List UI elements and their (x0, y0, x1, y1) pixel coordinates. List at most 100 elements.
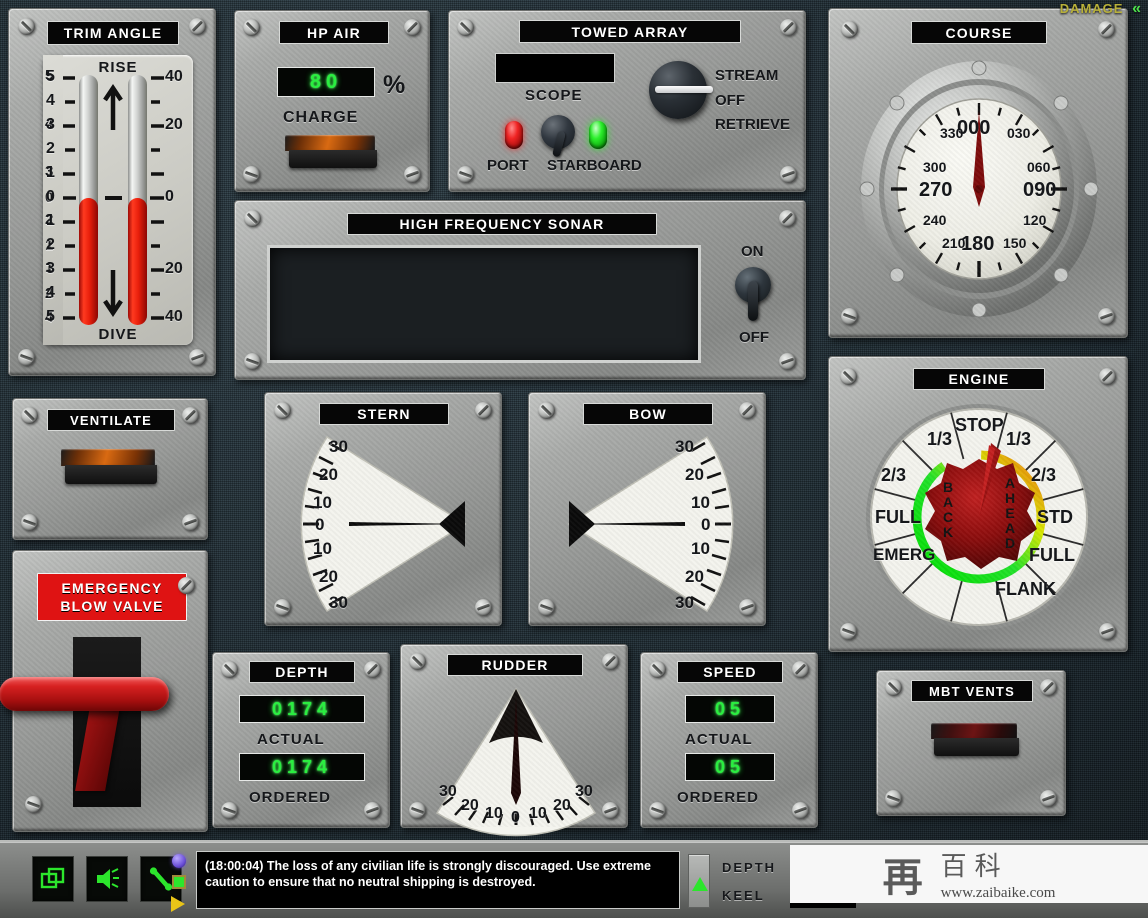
towed-array-panel: TOWED ARRAY SCOPE PORT STARBOARD STREAM … (448, 10, 806, 192)
windows-icon[interactable] (32, 856, 74, 902)
trim-left-0: 0 (46, 188, 55, 205)
chevron-left-icon[interactable]: « (1132, 0, 1142, 17)
screw (178, 577, 195, 594)
bow-tick-30u: 30 (675, 437, 694, 456)
trim-right-20d: 20 (165, 260, 183, 277)
screw (18, 18, 35, 35)
depth-actual-readout: 0174 (239, 695, 365, 723)
hf-sonar-title-text: HIGH FREQUENCY SONAR (399, 216, 605, 232)
hp-air-panel: HP AIR 80 % CHARGE (234, 10, 430, 192)
rocker-top (61, 449, 155, 466)
trim-left-1u: 1 (46, 164, 55, 181)
starboard-led[interactable] (589, 121, 607, 149)
trim-angle-title-text: TRIM ANGLE (63, 25, 163, 41)
towed-array-knob[interactable] (649, 61, 713, 119)
knob-option-stream[interactable]: STREAM (715, 67, 778, 84)
screw (221, 661, 238, 678)
engine-label-stop[interactable]: STOP (955, 415, 1004, 436)
engine-label-back-23[interactable]: 2/3 (881, 465, 906, 486)
hail-icon-glyph (97, 868, 119, 889)
hp-air-charge-switch[interactable] (285, 135, 377, 169)
rudder-gauge: 30 20 10 0 10 20 30 (423, 683, 609, 837)
stern-panel: STERN 30 20 10 0 10 20 30 (264, 392, 502, 626)
stern-tick-10u: 10 (313, 493, 332, 512)
speed-panel: SPEED 05 ACTUAL 05 ORDERED (640, 652, 818, 828)
screw (840, 368, 857, 385)
rocker-bottom (288, 150, 377, 169)
watermark-url: www.zaibaike.com (940, 885, 1056, 901)
engine-panel: ENGINE STOP 1/3 2/3 STD FULL FLANK 1/3 2… (828, 356, 1128, 652)
screw (602, 802, 619, 819)
engine-title: ENGINE (913, 368, 1045, 390)
hp-air-charge-label: CHARGE (283, 109, 359, 126)
towed-array-title: TOWED ARRAY (519, 20, 741, 43)
hf-sonar-display[interactable] (267, 245, 701, 363)
course-panel: COURSE 000 030 060 090 120 150 180 210 2… (828, 8, 1128, 338)
depth-title: DEPTH (249, 661, 355, 683)
rudder-title: RUDDER (447, 654, 583, 676)
course-tick-180: 180 (961, 233, 995, 255)
screw (1099, 623, 1116, 640)
trim-left-5u: 5 (46, 68, 55, 85)
screw (1098, 21, 1115, 38)
indicator-purple-dot[interactable] (172, 854, 186, 868)
mbt-vents-switch[interactable] (931, 723, 1019, 757)
depth-ordered-readout[interactable]: 0174 (239, 753, 365, 781)
course-compass[interactable]: 000 030 060 090 120 150 180 210 240 270 … (857, 55, 1101, 323)
engine-label-ahead-std[interactable]: STD (1037, 507, 1073, 528)
depth-keel-slider[interactable] (688, 854, 710, 908)
screw (457, 19, 474, 36)
screw (182, 407, 199, 424)
bow-tick-20u: 20 (685, 465, 704, 484)
ventilate-switch[interactable] (61, 449, 157, 485)
screw (18, 349, 35, 366)
engine-label-back-13[interactable]: 1/3 (927, 429, 952, 450)
damage-indicator[interactable]: DAMAGE « (1060, 0, 1142, 18)
hp-air-unit: % (383, 71, 406, 99)
message-log[interactable]: (18:00:04) The loss of any civilian life… (196, 851, 680, 909)
speed-ordered-readout[interactable]: 05 (685, 753, 775, 781)
emergency-blow-lever[interactable] (0, 677, 169, 711)
towed-array-toggle[interactable] (541, 115, 575, 158)
damage-label: DAMAGE (1059, 1, 1124, 16)
engine-label-ahead-23[interactable]: 2/3 (1031, 465, 1056, 486)
rocker-top (931, 723, 1017, 739)
depth-panel: DEPTH 0174 ACTUAL 0174 ORDERED (212, 652, 390, 828)
hf-sonar-panel: HIGH FREQUENCY SONAR ON OFF (234, 200, 806, 380)
engine-label-ahead-full[interactable]: FULL (1029, 545, 1075, 566)
engine-telegraph[interactable]: STOP 1/3 2/3 STD FULL FLANK 1/3 2/3 FULL… (863, 393, 1095, 641)
hf-sonar-on-label: ON (741, 243, 764, 260)
engine-label-flank[interactable]: FLANK (995, 579, 1056, 600)
knob-pointer (655, 86, 713, 93)
screw (404, 19, 421, 36)
hf-sonar-toggle-switch[interactable] (735, 267, 771, 321)
trim-angle-title: TRIM ANGLE (47, 21, 179, 45)
mbt-vents-title: MBT VENTS (911, 680, 1033, 702)
course-tick-240: 240 (923, 212, 947, 228)
screw (243, 166, 260, 183)
stern-tick-20d: 20 (319, 567, 338, 586)
screw (475, 599, 492, 616)
screw (274, 599, 291, 616)
engine-title-text: ENGINE (948, 371, 1010, 387)
screw (840, 623, 857, 640)
screw (885, 790, 902, 807)
toggle-stem (551, 130, 567, 158)
engine-label-ahead-13[interactable]: 1/3 (1006, 429, 1031, 450)
indicator-yellow-triangle[interactable] (171, 896, 185, 912)
knob-option-retrieve[interactable]: RETRIEVE (715, 116, 790, 133)
rudder-tick-30r: 30 (575, 783, 593, 800)
port-led[interactable] (505, 121, 523, 149)
bow-panel: BOW 30 20 10 0 10 20 30 (528, 392, 766, 626)
engine-label-back-full[interactable]: FULL (875, 507, 921, 528)
stern-scale-labels: 30 20 10 0 10 20 30 (289, 429, 479, 619)
hail-icon[interactable] (86, 856, 128, 902)
indicator-green-square[interactable] (172, 875, 186, 889)
rudder-tick-0: 0 (511, 809, 520, 826)
screw (21, 514, 38, 531)
engine-label-back-emerg[interactable]: EMERG (873, 545, 935, 565)
trim-left-1d: 1 (46, 212, 55, 229)
screw (1098, 308, 1115, 325)
knob-option-off[interactable]: OFF (715, 92, 745, 109)
hf-sonar-title: HIGH FREQUENCY SONAR (347, 213, 657, 235)
